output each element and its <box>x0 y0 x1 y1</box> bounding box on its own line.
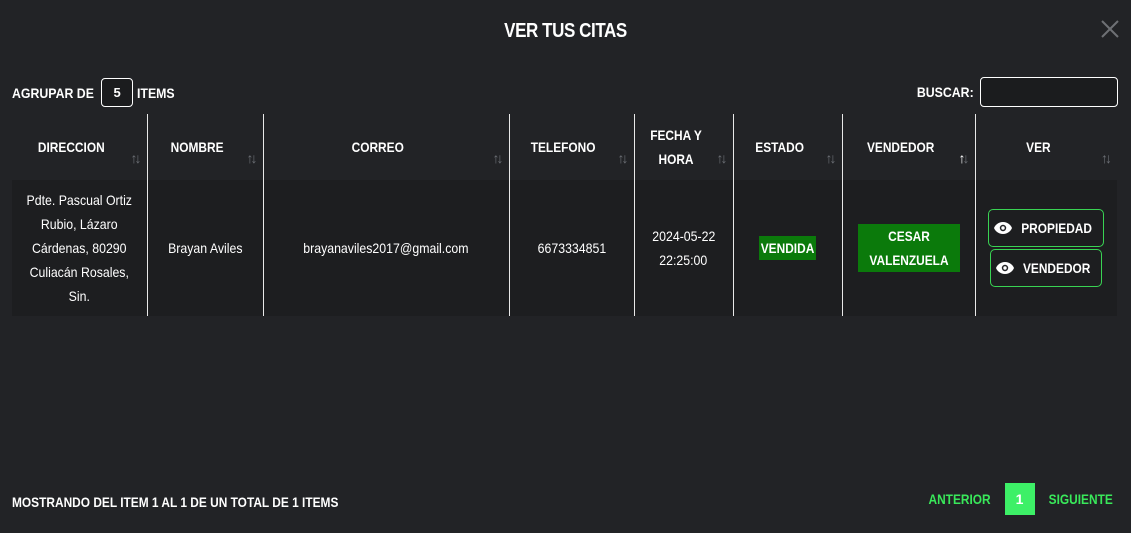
header-fecha-hora[interactable]: FECHA Y HORA ↑↓ <box>633 114 733 180</box>
pagination-info: MOSTRANDO DEL ITEM 1 AL 1 DE UN TOTAL DE… <box>12 494 339 510</box>
cell-fecha-hora: 2024-05-22 22:25:00 <box>633 180 733 316</box>
prev-page-link[interactable]: ANTERIOR <box>929 491 991 507</box>
cell-vendedor: CESAR VALENZUELA <box>841 180 975 316</box>
search-label: BUSCAR: <box>917 84 975 100</box>
cell-direccion: Pdte. Pascual Ortiz Rubio, Lázaro Cárden… <box>12 180 147 316</box>
cell-correo: brayanaviles2017@gmail.com <box>262 180 509 316</box>
vendor-badge: CESAR VALENZUELA <box>857 224 960 272</box>
view-vendor-button[interactable]: VENDEDOR <box>990 249 1103 287</box>
sort-icon[interactable]: ↑↓ <box>493 146 504 170</box>
sort-icon[interactable]: ↑↓ <box>1101 146 1112 170</box>
cell-ver: PROPIEDAD VENDEDOR <box>974 180 1117 316</box>
header-correo[interactable]: CORREO ↑↓ <box>262 114 509 180</box>
page-size-control: AGRUPAR DE ITEMS <box>12 78 180 107</box>
close-icon[interactable] <box>1099 18 1121 40</box>
sort-icon[interactable]: ↑↓ <box>826 146 837 170</box>
modal-title: VER TUS CITAS <box>504 20 627 42</box>
eye-icon <box>996 262 1015 274</box>
header-telefono[interactable]: TELEFONO ↑↓ <box>508 114 634 180</box>
search-control: BUSCAR: <box>913 77 1118 107</box>
cell-telefono: 6673334851 <box>508 180 634 316</box>
table-header-row: DIRECCION ↑↓ NOMBRE ↑↓ CORREO ↑↓ TELEFONO ↑↓… <box>12 114 1117 180</box>
page-size-input[interactable] <box>101 78 134 107</box>
current-page-button[interactable]: 1 <box>1004 483 1035 515</box>
header-ver[interactable]: VER ↑↓ <box>974 114 1117 180</box>
cell-hora: 22:25:00 <box>659 252 708 268</box>
cell-fecha: 2024-05-22 <box>651 228 716 244</box>
page-size-suffix: ITEMS <box>137 84 175 101</box>
view-property-button[interactable]: PROPIEDAD <box>988 209 1105 247</box>
sort-icon[interactable]: ↑↓ <box>959 146 970 170</box>
header-vendedor[interactable]: VENDEDOR ↑↓ <box>841 114 975 180</box>
pagination: ANTERIOR 1 SIGUIENTE <box>923 483 1118 515</box>
status-badge: VENDIDA <box>759 236 816 260</box>
eye-icon <box>994 222 1013 234</box>
search-input[interactable] <box>980 77 1118 107</box>
page-size-label: AGRUPAR DE <box>12 84 94 101</box>
sort-icon[interactable]: ↑↓ <box>131 146 142 170</box>
sort-icon[interactable]: ↑↓ <box>247 146 258 170</box>
sort-icon[interactable]: ↑↓ <box>717 146 728 170</box>
appointments-table: DIRECCION ↑↓ NOMBRE ↑↓ CORREO ↑↓ TELEFONO ↑↓… <box>12 114 1117 316</box>
cell-nombre: Brayan Aviles <box>146 180 263 316</box>
cell-estado: VENDIDA <box>732 180 842 316</box>
sort-icon[interactable]: ↑↓ <box>618 146 629 170</box>
header-estado[interactable]: ESTADO ↑↓ <box>732 114 842 180</box>
header-direccion[interactable]: DIRECCION ↑↓ <box>12 114 147 180</box>
table-row: Pdte. Pascual Ortiz Rubio, Lázaro Cárden… <box>12 180 1117 316</box>
next-page-link[interactable]: SIGUIENTE <box>1048 491 1112 507</box>
header-nombre[interactable]: NOMBRE ↑↓ <box>146 114 263 180</box>
